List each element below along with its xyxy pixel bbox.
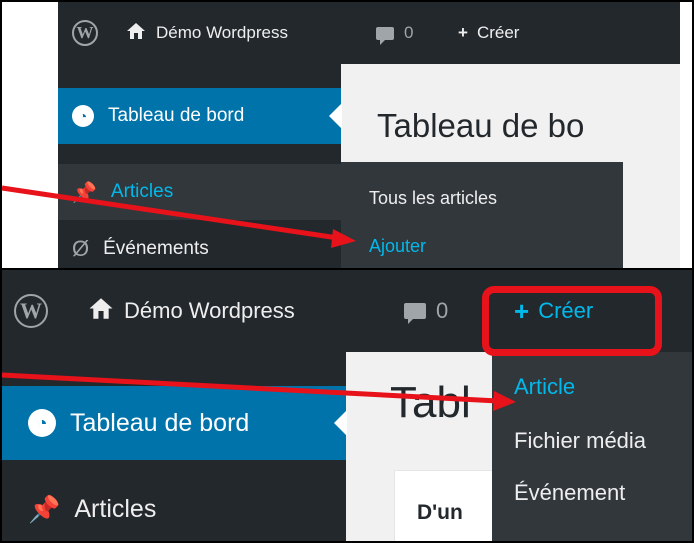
events-icon: Ø: [72, 236, 90, 261]
admin-bar: W Démo Wordpress 0 + Créer: [58, 2, 680, 64]
admin-sidebar: ◔ Tableau de bord 📌 Articles: [2, 352, 346, 541]
home-icon: [88, 297, 114, 326]
sidebar-item-dashboard[interactable]: ◔ Tableau de bord: [2, 386, 346, 460]
comments-count: 0: [436, 298, 449, 323]
dropdown-item-article[interactable]: Article: [492, 374, 575, 400]
sidebar-item-label: Articles: [74, 494, 157, 523]
highlight-box: [482, 286, 662, 356]
articles-submenu: Tous les articles Ajouter: [341, 162, 623, 268]
wordpress-logo-menu[interactable]: W: [14, 270, 48, 352]
comments-menu[interactable]: 0: [376, 2, 413, 64]
sidebar-item-dashboard[interactable]: ◔ Tableau de bord: [58, 88, 341, 144]
dropdown-item-event[interactable]: Événement: [492, 480, 625, 506]
sidebar-item-articles[interactable]: 📌 Articles: [2, 482, 346, 536]
site-name-label: Démo Wordpress: [156, 23, 288, 42]
sidebar-item-articles[interactable]: 📌 Articles: [58, 164, 341, 220]
wordpress-logo-icon: W: [14, 294, 48, 328]
site-name-menu[interactable]: Démo Wordpress: [88, 270, 295, 352]
new-content-menu[interactable]: + Créer: [458, 2, 519, 64]
bottom-screenshot: W Démo Wordpress 0 + Créer Tabl D'un ◔ T…: [2, 270, 692, 541]
page-title: Tabl: [390, 378, 471, 427]
dashboard-gauge-icon: ◔: [28, 409, 56, 437]
pushpin-icon: 📌: [28, 493, 61, 524]
admin-sidebar: ◔ Tableau de bord 📌 Articles Ø Événement…: [58, 64, 341, 268]
site-name-label: Démo Wordpress: [124, 298, 295, 323]
widget-title: D'un: [417, 501, 463, 524]
comments-count: 0: [404, 23, 414, 42]
wordpress-logo-icon: W: [72, 20, 98, 46]
plus-icon: +: [458, 23, 468, 42]
page-title: Tableau de bo: [377, 107, 585, 144]
wordpress-logo-menu[interactable]: W: [72, 2, 98, 64]
sidebar-item-events[interactable]: Ø Événements: [58, 230, 341, 268]
comment-bubble-icon: [376, 26, 394, 45]
dashboard-gauge-icon: ◔: [72, 105, 94, 127]
new-content-dropdown: Article Fichier média Événement: [492, 352, 692, 541]
sidebar-item-label: Tableau de bord: [70, 408, 250, 437]
comment-bubble-icon: [404, 303, 426, 324]
top-screenshot: W Démo Wordpress 0 + Créer Tableau de bo…: [58, 2, 680, 268]
home-icon: [126, 22, 146, 45]
sidebar-item-label: Articles: [110, 181, 174, 202]
sidebar-item-label: Événements: [103, 238, 209, 259]
site-name-menu[interactable]: Démo Wordpress: [126, 2, 288, 64]
dropdown-item-media-file[interactable]: Fichier média: [492, 428, 646, 454]
pushpin-icon: 📌: [72, 181, 97, 204]
submenu-item-add-article[interactable]: Ajouter: [341, 236, 426, 257]
submenu-item-all-articles[interactable]: Tous les articles: [341, 188, 497, 209]
comments-menu[interactable]: 0: [404, 270, 448, 352]
sidebar-item-label: Tableau de bord: [108, 105, 245, 126]
new-content-label: Créer: [476, 23, 520, 42]
